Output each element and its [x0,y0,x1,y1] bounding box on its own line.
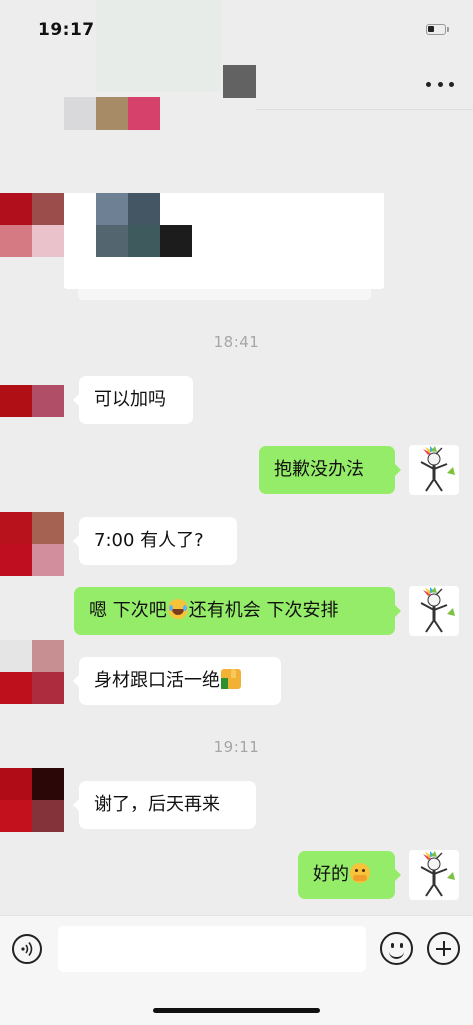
pixelated-card-thumbnail [128,225,160,257]
message-text: 谢了，后天再来 [94,794,220,815]
unicorn-avatar-icon [420,587,455,633]
avatar-pixelated[interactable] [0,193,32,225]
message-input[interactable] [58,926,366,972]
avatar-pixelated[interactable] [32,544,64,576]
outgoing-message-bubble[interactable]: 抱歉没办法 [259,446,401,494]
hugging-face-emoji-icon [350,863,370,883]
pixelated-title-block [64,97,96,130]
avatar-pixelated[interactable] [32,672,64,704]
avatar-pixelated[interactable] [32,512,64,544]
outgoing-message-bubble[interactable]: 好的 [298,851,401,899]
timestamp: 19:11 [213,738,260,756]
incoming-message-bubble[interactable]: 谢了，后天再来 [73,781,256,829]
avatar-pixelated[interactable] [0,544,32,576]
message-text: 还有机会 下次安排 [188,600,339,621]
my-avatar[interactable] [409,445,459,495]
pixelated-card-thumbnail [128,193,160,225]
avatar-pixelated[interactable] [0,512,32,544]
message-text: 身材跟口活一绝 [94,670,220,691]
avatar-pixelated[interactable] [32,640,64,672]
message-text: 好的 [313,864,349,885]
more-horizontal-icon[interactable] [426,70,454,98]
pixelated-title-block [223,65,256,98]
outgoing-message-bubble[interactable]: 嗯 下次吧 还有机会 下次安排 [74,587,401,635]
avatar-pixelated[interactable] [32,768,64,800]
incoming-message-bubble[interactable]: 可以加吗 [73,376,193,424]
incoming-message-bubble[interactable]: 7:00 有人了? [73,517,237,565]
message-text: 嗯 下次吧 [89,600,167,621]
pixelated-title-block [96,97,128,130]
my-avatar[interactable] [409,586,459,636]
pixelated-card-thumbnail [96,193,128,225]
avatar-pixelated[interactable] [0,225,32,257]
timestamp: 18:41 [213,333,260,351]
incoming-message-bubble[interactable]: 身材跟口活一绝 [73,657,281,705]
status-time: 19:17 [38,20,95,40]
pixelated-title-block [128,97,160,130]
pixelated-card-thumbnail [96,225,128,257]
avatar-pixelated[interactable] [32,225,64,257]
unicorn-avatar-icon [420,446,455,492]
card-shadow [78,289,371,300]
message-text: 可以加吗 [94,389,166,410]
shared-card-message[interactable] [64,193,384,289]
voice-waves-icon [21,942,33,956]
header-divider [256,109,473,110]
avatar-pixelated[interactable] [32,193,64,225]
avatar-pixelated[interactable] [0,768,32,800]
pixelated-card-thumbnail [160,225,192,257]
home-indicator [153,1008,320,1013]
avatar-pixelated[interactable] [0,800,32,832]
plus-icon[interactable] [427,932,460,965]
battery-icon [426,24,449,35]
blurred-header-area [96,0,221,92]
laughing-tears-emoji-icon [167,599,188,619]
avatar-pixelated[interactable] [32,800,64,832]
message-text: 抱歉没办法 [274,459,364,480]
unicorn-avatar-icon [420,851,455,897]
avatar-pixelated[interactable] [0,385,32,417]
thumbs-up-emoji-icon [221,669,241,689]
emoji-icon[interactable] [380,932,413,965]
message-text: 7:00 有人了? [94,530,204,551]
avatar-pixelated[interactable] [0,640,32,672]
voice-icon[interactable] [12,934,42,964]
avatar-pixelated[interactable] [32,385,64,417]
avatar-pixelated[interactable] [0,672,32,704]
my-avatar[interactable] [409,850,459,900]
